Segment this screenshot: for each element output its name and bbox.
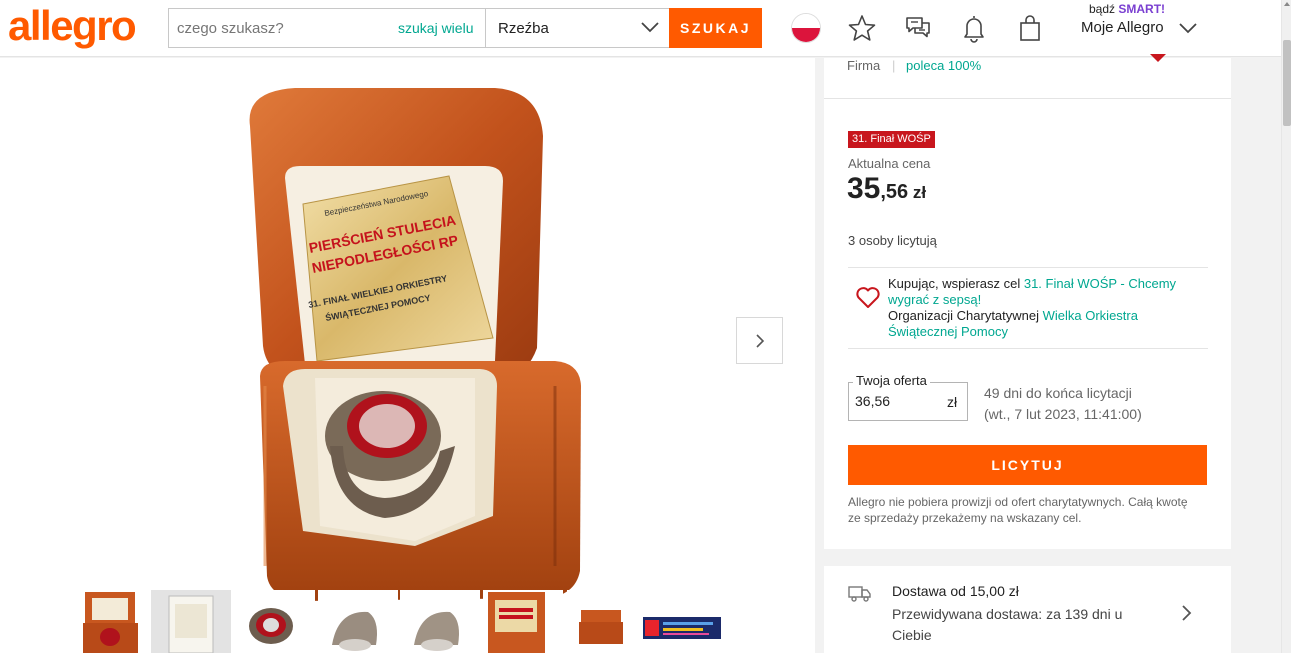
header: allegro szukaj wielu Rzeźba SZUKAJ bądź … [0,0,1281,57]
seller-separator: | [892,58,896,73]
allegro-logo[interactable]: allegro [8,4,137,48]
delivery-price: Dostawa od 15,00 zł [892,583,1019,599]
delivery-estimate: Przewidywana dostawa: za 139 dni u Ciebi… [892,606,1123,643]
heart-icon[interactable] [1146,54,1170,66]
shopping-bag-icon[interactable] [1014,12,1046,44]
price-currency: zł [908,183,927,202]
thumbnail[interactable] [318,590,398,653]
seller-recommendation[interactable]: poleca 100% [906,58,981,73]
thumbnail[interactable] [235,590,315,653]
star-icon[interactable] [846,12,878,44]
product-gallery: Bezpieczeństwa Narodowego PIERŚCIEŃ STUL… [0,58,815,653]
bid-input[interactable] [855,393,935,409]
current-price: 35,56 zł [847,172,926,206]
thumbnail[interactable] [567,590,647,653]
seller-type: Firma [847,58,881,73]
heart-outline-icon [856,287,880,308]
poland-flag-icon[interactable] [791,13,821,43]
bell-icon[interactable] [958,12,990,44]
charity-info: Kupując, wspierasz cel 31. Finał WOŚP - … [888,276,1208,340]
scroll-up-arrow-icon[interactable] [1284,2,1290,6]
bid-field-label: Twoja oferta [853,373,930,388]
offer-panel: Firma | poleca 100% 31. Finał WOŚP Aktua… [824,54,1231,549]
bid-button[interactable]: LICYTUJ [848,445,1207,485]
no-commission-note: Allegro nie pobiera prowizji od ofert ch… [848,495,1188,525]
account-menu[interactable]: Moje Allegro [1081,19,1164,36]
product-main-image[interactable]: Bezpieczeństwa Narodowego PIERŚCIEŃ STUL… [225,86,590,606]
thumbnail[interactable] [641,590,721,653]
price-fraction: ,56 [880,181,909,203]
charity-org-prefix: Organizacji Charytatywnej [888,308,1043,323]
auction-end-date: (wt., 7 lut 2023, 11:41:00) [984,406,1142,422]
search-button[interactable]: SZUKAJ [669,8,762,48]
price-integer: 35 [847,172,881,205]
chevron-right-icon[interactable] [1181,604,1193,622]
delivery-section[interactable]: Dostawa od 15,00 zł Przewidywana dostawa… [824,566,1231,653]
truck-icon [848,586,871,602]
page-scrollbar[interactable] [1281,0,1291,653]
charity-badge: 31. Finał WOŚP [848,131,935,148]
chevron-down-icon[interactable] [1178,20,1198,36]
bidders-count: 3 osoby licytują [848,233,937,248]
category-select[interactable]: Rzeźba [485,9,671,47]
divider [848,348,1208,349]
thumbnail[interactable] [151,590,231,653]
category-select-value: Rzeźba [498,20,549,37]
thumbnail[interactable] [80,590,160,653]
auction-time-left: 49 dni do końca licytacji (wt., 7 lut 20… [984,383,1142,425]
price-label: Aktualna cena [848,156,931,171]
divider [824,98,1231,99]
chevron-down-icon [641,22,659,33]
gallery-next-button[interactable] [736,317,783,364]
chevron-right-icon [756,334,765,348]
bid-currency: zł [947,394,958,410]
smart-promo[interactable]: bądź SMART! [1089,2,1165,16]
scrollbar-thumb[interactable] [1283,40,1291,126]
charity-prefix: Kupując, wspierasz cel [888,276,1024,291]
thumbnail[interactable] [400,590,480,653]
search-bar: szukaj wielu Rzeźba [168,8,670,48]
smart-prefix: bądź [1089,2,1116,16]
search-many-link[interactable]: szukaj wielu [398,20,473,36]
divider [848,267,1208,268]
smart-label: SMART! [1118,2,1166,16]
chat-icon[interactable] [902,12,934,44]
thumbnail[interactable] [483,590,563,653]
time-left-text: 49 dni do końca licytacji [984,385,1132,401]
